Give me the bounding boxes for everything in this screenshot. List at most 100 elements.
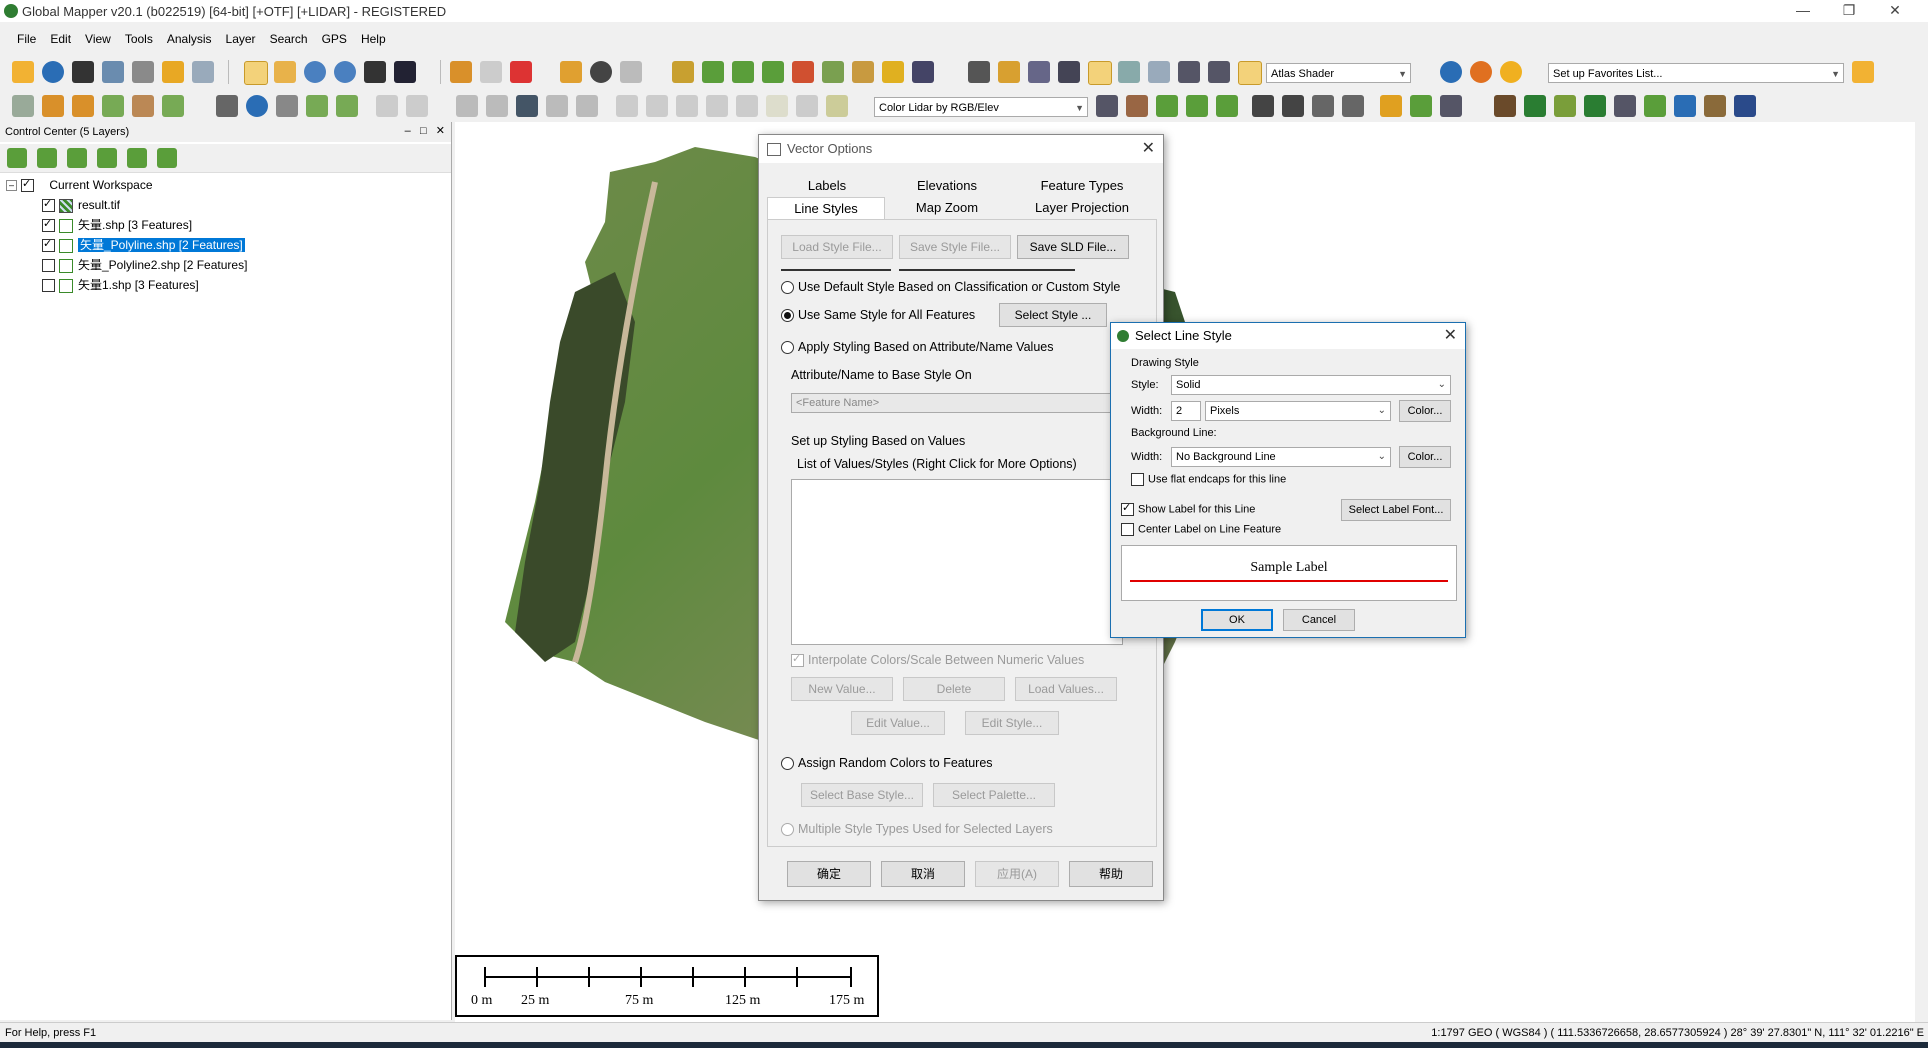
lidar-settings-icon[interactable] (1440, 95, 1462, 117)
moon-icon[interactable] (1500, 61, 1522, 83)
terrain-7-icon[interactable] (852, 61, 874, 83)
bg-color-button[interactable]: Color... (1399, 446, 1451, 468)
line-color-button[interactable]: Color... (1399, 400, 1451, 422)
ok-button[interactable]: 确定 (787, 861, 871, 887)
filter-icon[interactable] (1380, 95, 1402, 117)
restore-button[interactable]: ❐ (1826, 0, 1872, 22)
lidar-tool-8-icon[interactable] (1312, 95, 1334, 117)
move-tool-3-icon[interactable] (516, 95, 538, 117)
save-icon[interactable] (72, 61, 94, 83)
width-units-select[interactable]: Pixels ⌄ (1205, 401, 1391, 421)
cancel-button[interactable]: 取消 (881, 861, 965, 887)
terrain-2-icon[interactable] (702, 61, 724, 83)
edit-tool-2-icon[interactable] (246, 95, 268, 117)
lidar-tool-5-icon[interactable] (1216, 95, 1238, 117)
edit-tool-3-icon[interactable] (276, 95, 298, 117)
menu-search[interactable]: Search (263, 29, 315, 49)
close-window-button[interactable]: ✕ (1872, 0, 1918, 22)
line-tool-1-icon[interactable] (12, 95, 34, 117)
load-values-button[interactable]: Load Values... (1015, 677, 1117, 701)
new-value-button[interactable]: New Value... (791, 677, 893, 701)
menu-view[interactable]: View (78, 29, 118, 49)
interpolate-checkbox[interactable] (791, 651, 804, 668)
tab-line-styles[interactable]: Line Styles (767, 197, 885, 219)
radio-random[interactable] (781, 757, 794, 771)
control-center-icon[interactable] (162, 61, 184, 83)
line-tool-4-icon[interactable] (102, 95, 124, 117)
menu-analysis[interactable]: Analysis (160, 29, 219, 49)
lidar-tool-2-icon[interactable] (1126, 95, 1148, 117)
flat-endcaps-checkbox[interactable] (1131, 473, 1144, 486)
tab-feature-types[interactable]: Feature Types (1007, 175, 1157, 197)
radio-default[interactable] (781, 281, 794, 295)
close-icon[interactable]: ✕ (1444, 325, 1457, 347)
move-tool-5-icon[interactable] (576, 95, 598, 117)
workspace-node[interactable]: – Current Workspace (6, 176, 153, 194)
terrain-3-icon[interactable] (732, 61, 754, 83)
star-icon[interactable] (1852, 61, 1874, 83)
radio-attribute[interactable] (781, 341, 794, 355)
3d-view-9-icon[interactable] (1208, 61, 1230, 83)
style-select[interactable]: Solid ⌄ (1171, 375, 1451, 395)
delete-button[interactable]: Delete (903, 677, 1005, 701)
move-tool-1-icon[interactable] (456, 95, 478, 117)
overview-icon[interactable] (192, 61, 214, 83)
tree-icon[interactable] (1584, 95, 1606, 117)
save-sld-button[interactable]: Save SLD File... (1017, 235, 1129, 259)
extract-1-icon[interactable] (1494, 95, 1516, 117)
config-icon[interactable] (132, 61, 154, 83)
measure-icon[interactable] (560, 61, 582, 83)
edit-tool-5-icon[interactable] (336, 95, 358, 117)
option-attribute-style[interactable]: Apply Styling Based on Attribute/Name Va… (781, 340, 1053, 355)
layer-checkbox[interactable] (42, 259, 55, 273)
3d-view-8-icon[interactable] (1178, 61, 1200, 83)
move-tool-4-icon[interactable] (546, 95, 568, 117)
lidar-tool-4-icon[interactable] (1186, 95, 1208, 117)
tab-elevations[interactable]: Elevations (887, 175, 1007, 197)
layer-remove-icon[interactable] (67, 148, 87, 168)
3d-view-5-icon[interactable] (1088, 61, 1112, 85)
edit-tool-7-icon[interactable] (406, 95, 428, 117)
shader-select[interactable]: Atlas Shader ▼ (1266, 63, 1411, 83)
back-arrow-icon[interactable] (364, 61, 386, 83)
shader-toggle-icon[interactable] (1238, 61, 1262, 85)
select-base-style-button[interactable]: Select Base Style... (801, 783, 923, 807)
save-style-button[interactable]: Save Style File... (899, 235, 1011, 259)
sun-icon[interactable] (1470, 61, 1492, 83)
tab-map-zoom[interactable]: Map Zoom (887, 197, 1007, 219)
layer-checkbox[interactable] (42, 196, 55, 213)
layer-zoom-icon[interactable] (7, 148, 27, 168)
show-label-checkbox[interactable] (1121, 500, 1134, 516)
line-tool-5-icon[interactable] (132, 95, 154, 117)
terrain-6-icon[interactable] (822, 61, 844, 83)
layer-visibility-icon[interactable] (157, 148, 177, 168)
zoom-out-icon[interactable] (334, 61, 356, 83)
menu-tools[interactable]: Tools (118, 29, 160, 49)
line-tool-3-icon[interactable] (72, 95, 94, 117)
vertex-tool-4-icon[interactable] (706, 95, 728, 117)
vertex-tool-6-icon[interactable] (766, 95, 788, 117)
3d-view-7-icon[interactable] (1148, 61, 1170, 83)
panel-min-button[interactable]: – (405, 125, 411, 137)
menu-gps[interactable]: GPS (315, 29, 354, 49)
extract-3-icon[interactable] (1554, 95, 1576, 117)
lidar-edit-icon[interactable] (1410, 95, 1432, 117)
edit-value-button[interactable]: Edit Value... (851, 711, 945, 735)
key-icon[interactable] (1734, 95, 1756, 117)
terrain-8-icon[interactable] (882, 61, 904, 83)
zoom-in-icon[interactable] (304, 61, 326, 83)
panel-max-button[interactable]: □ (420, 125, 427, 137)
panel-close-button[interactable]: ✕ (436, 125, 445, 137)
lidar-tool-9-icon[interactable] (1342, 95, 1364, 117)
select-style-button[interactable]: Select Style ... (999, 303, 1107, 327)
favorites-select[interactable]: Set up Favorites List... ▼ (1548, 63, 1844, 83)
option-random-colors[interactable]: Assign Random Colors to Features (781, 756, 993, 771)
workspace-checkbox[interactable] (21, 176, 34, 193)
attribute-select[interactable]: <Feature Name> (791, 393, 1121, 413)
globe-icon[interactable] (42, 61, 64, 83)
line-style-ok-button[interactable]: OK (1201, 609, 1273, 631)
info-icon[interactable] (590, 61, 612, 83)
terrain-4-icon[interactable] (762, 61, 784, 83)
help-button[interactable]: 帮助 (1069, 861, 1153, 887)
3d-view-2-icon[interactable] (998, 61, 1020, 83)
